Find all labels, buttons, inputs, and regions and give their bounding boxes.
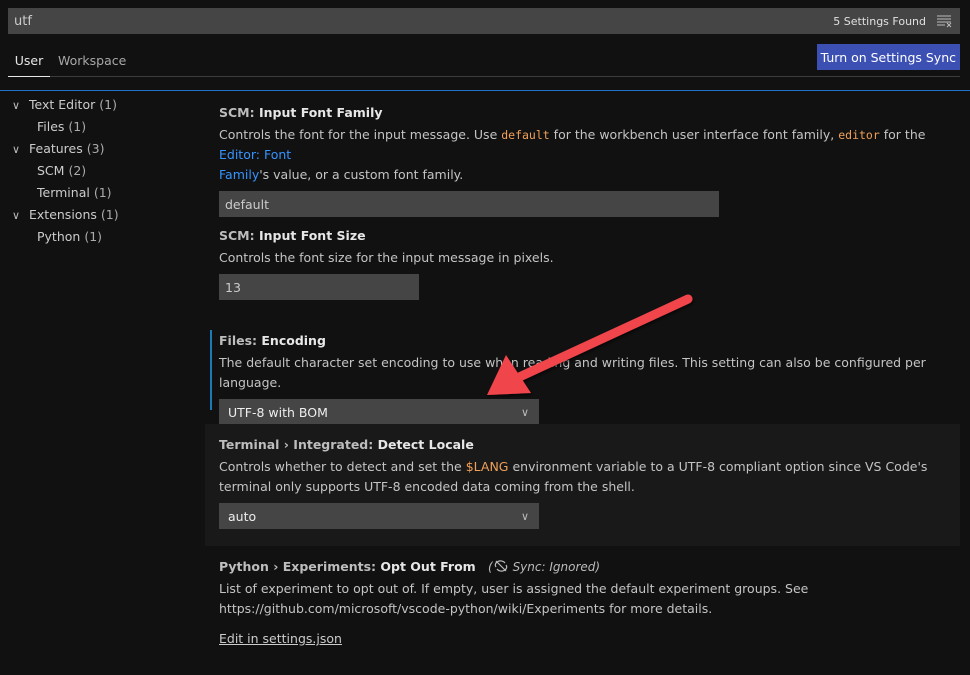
setting-description: The default character set encoding to us…	[219, 355, 926, 390]
toc-item-count: (1)	[99, 97, 117, 112]
toc-item-files[interactable]: Files (1)	[0, 116, 200, 138]
setting-name: Input Font Family	[258, 105, 383, 120]
setting-description: Controls the font for the input message.…	[219, 125, 946, 185]
setting-title: SCM: Input Font Family	[219, 104, 946, 122]
setting-title: Python › Experiments: Opt Out From ( Syn…	[219, 558, 946, 576]
setting-python-experiments-opt-out: Python › Experiments: Opt Out From ( Syn…	[205, 546, 960, 660]
toc-item-label: Python	[37, 229, 81, 244]
desc-text: for the workbench user interface font fa…	[549, 127, 839, 142]
focus-outline	[0, 90, 970, 91]
setting-title: SCM: Input Font Size	[219, 227, 946, 245]
desc-text: Controls the font for the input message.…	[219, 127, 502, 142]
setting-category: SCM:	[219, 228, 259, 243]
setting-scm-input-font-size: SCM: Input Font Size Controls the font s…	[205, 215, 960, 320]
toc-item-label: Extensions	[29, 207, 97, 222]
sync-ignored-icon	[494, 560, 507, 572]
toc-item-extensions[interactable]: ∨ Extensions (1)	[0, 204, 200, 226]
toc-item-label: SCM	[37, 163, 65, 178]
toc-item-scm[interactable]: SCM (2)	[0, 160, 200, 182]
clear-filter-icon[interactable]	[936, 14, 952, 28]
toc-item-count: (1)	[84, 229, 103, 244]
chevron-down-icon: ∨	[12, 99, 21, 112]
setting-description: Controls the font size for the input mes…	[219, 250, 554, 265]
desc-text: https://github.com/microsoft/vscode-pyth…	[219, 601, 713, 616]
turn-on-settings-sync-button[interactable]: Turn on Settings Sync	[816, 44, 960, 70]
settings-list: SCM: Input Font Family Controls the font…	[205, 94, 960, 660]
setting-description: List of experiment to opt out of. If emp…	[219, 579, 946, 619]
scm-input-font-size-input[interactable]	[219, 274, 419, 300]
setting-category: Python › Experiments:	[219, 559, 381, 574]
settings-toc: ∨ Text Editor (1) Files (1) ∨ Features (3)…	[0, 94, 200, 248]
setting-category: Terminal › Integrated:	[219, 437, 378, 452]
toc-item-label: Terminal	[37, 185, 90, 200]
chevron-down-icon: ∨	[12, 143, 21, 156]
setting-terminal-detect-locale: Terminal › Integrated: Detect Locale Con…	[205, 424, 960, 546]
chevron-down-icon: ∨	[520, 405, 529, 419]
files-encoding-select[interactable]: UTF-8 with BOM ∨	[219, 399, 539, 425]
terminal-detect-locale-select[interactable]: auto ∨	[219, 503, 539, 529]
toc-item-label: Files	[37, 119, 65, 134]
sync-note: Sync: Ignored	[512, 560, 596, 574]
settings-search-bar: 5 Settings Found	[8, 8, 960, 34]
setting-name: Opt Out From	[380, 559, 476, 574]
chevron-down-icon: ∨	[520, 509, 529, 523]
toc-item-label: Features	[29, 141, 83, 156]
select-value: auto	[228, 508, 257, 524]
desc-text: 's value, or a custom font family.	[259, 167, 464, 182]
setting-files-encoding: Files: Encoding The default character se…	[205, 320, 960, 425]
settings-search-input[interactable]	[14, 13, 834, 29]
toc-item-count: (2)	[68, 163, 87, 178]
desc-text: for the	[879, 127, 926, 142]
setting-category: SCM:	[219, 105, 259, 120]
toc-item-text-editor[interactable]: ∨ Text Editor (1)	[0, 94, 200, 116]
setting-description: Controls whether to detect and set the $…	[219, 457, 946, 497]
code-editor: editor	[838, 128, 880, 142]
setting-category: Files:	[219, 333, 262, 348]
setting-scm-input-font-family: SCM: Input Font Family Controls the font…	[205, 94, 960, 217]
editor-font-family-link[interactable]: Family	[219, 167, 259, 182]
toc-item-count: (1)	[68, 119, 87, 134]
select-value: UTF-8 with BOM	[228, 404, 328, 420]
setting-name: Detect Locale	[377, 437, 474, 452]
chevron-down-icon: ∨	[12, 209, 21, 222]
editor-font-link[interactable]: Editor: Font	[219, 147, 291, 162]
toc-item-count: (3)	[86, 141, 105, 156]
desc-text: List of experiment to opt out of. If emp…	[219, 581, 809, 596]
edit-in-settings-json-link[interactable]: Edit in settings.json	[219, 631, 342, 646]
toc-item-label: Text Editor	[29, 97, 96, 112]
toc-item-terminal[interactable]: Terminal (1)	[0, 182, 200, 204]
setting-name: Encoding	[261, 333, 326, 348]
tab-user[interactable]: User	[8, 44, 50, 77]
scm-input-font-family-input[interactable]	[219, 191, 719, 217]
toc-item-count: (1)	[93, 185, 112, 200]
code-default: default	[501, 128, 550, 142]
tab-workspace[interactable]: Workspace	[58, 44, 126, 77]
toc-item-count: (1)	[100, 207, 119, 222]
desc-text: Controls whether to detect and set the	[219, 459, 466, 474]
toc-item-python[interactable]: Python (1)	[0, 226, 200, 248]
code-lang: $LANG	[465, 459, 509, 474]
sync-ignored-indicator: ( Sync: Ignored)	[488, 560, 601, 574]
setting-title: Files: Encoding	[219, 332, 946, 350]
toc-item-features[interactable]: ∨ Features (3)	[0, 138, 200, 160]
setting-name: Input Font Size	[258, 228, 366, 243]
settings-scope-tabs: User Workspace Turn on Settings Sync	[8, 44, 960, 77]
search-results-count: 5 Settings Found	[833, 14, 926, 28]
setting-title: Terminal › Integrated: Detect Locale	[219, 436, 946, 454]
